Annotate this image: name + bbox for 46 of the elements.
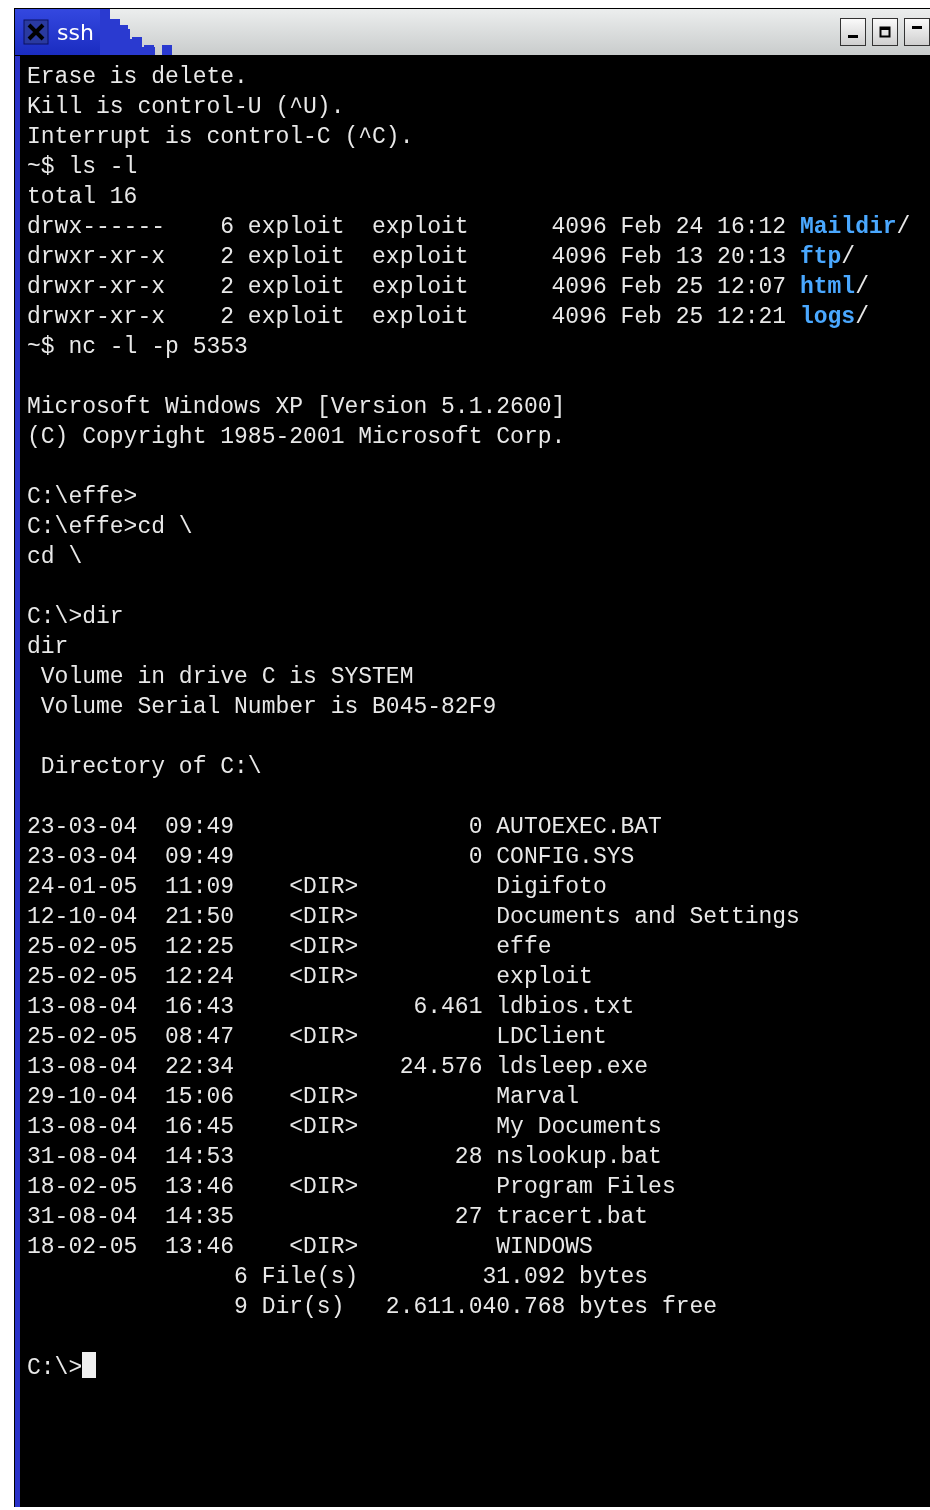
terminal-line: 29-10-04 15:06 <DIR> Marval	[27, 1083, 581, 1112]
terminal-line: Microsoft Windows XP [Version 5.1.2600]	[27, 393, 567, 422]
terminal-line: Volume in drive C is SYSTEM	[39, 663, 415, 692]
maximize-icon	[879, 26, 891, 38]
terminal-line: 25-02-05 08:47 <DIR> LDClient	[27, 1023, 608, 1052]
terminal-line: drwxr-xr-x 2 exploit exploit 4096 Feb 25 12:07 html/	[27, 273, 870, 302]
terminal-line: 25-02-05 12:25 <DIR> effe	[27, 933, 553, 962]
terminal-line: C:\effe>cd \	[27, 513, 194, 542]
terminal-line: drwxr-xr-x 2 exploit exploit 4096 Feb 25 12:21 logs/	[27, 303, 870, 332]
terminal-line: C:\>dir	[27, 603, 125, 632]
terminal-line: 12-10-04 21:50 <DIR> Documents and Settings	[27, 903, 801, 932]
terminal-line: Directory of C:\	[39, 753, 263, 782]
shade-icon	[912, 26, 922, 29]
text-cursor	[82, 1352, 97, 1378]
terminal-line: 18-02-05 13:46 <DIR> Program Files	[27, 1173, 677, 1202]
terminal-line: 6 File(s) 31.092 bytes	[233, 1263, 650, 1292]
terminal-line: 23-03-04 09:49 0 CONFIG.SYS	[27, 843, 636, 872]
terminal-line: 13-08-04 22:34 24.576 ldsleep.exe	[27, 1053, 650, 1082]
terminal-line: 25-02-05 12:24 <DIR> exploit	[27, 963, 594, 992]
minimize-button[interactable]	[840, 18, 866, 46]
terminal-line: total 16	[27, 183, 139, 212]
terminal-line: 24-01-05 11:09 <DIR> Digifoto	[27, 873, 608, 902]
terminal-line: Kill is control-U (^U).	[27, 93, 346, 122]
terminal-line: 9 Dir(s) 2.611.040.768 bytes free	[233, 1293, 719, 1322]
terminal-line: ~$ nc -l -p 5353	[27, 333, 249, 362]
shade-button[interactable]	[904, 18, 930, 46]
terminal-line: drwx------ 6 exploit exploit 4096 Feb 24 16:12 Maildir/	[27, 213, 912, 242]
terminal-line: drwxr-xr-x 2 exploit exploit 4096 Feb 13 20:13 ftp/	[27, 243, 857, 272]
terminal-line: (C) Copyright 1985-2001 Microsoft Corp.	[27, 423, 567, 452]
terminal-line: cd \	[27, 543, 84, 572]
terminal-line: 13-08-04 16:45 <DIR> My Documents	[27, 1113, 663, 1142]
terminal-line: Interrupt is control-C (^C).	[27, 123, 415, 152]
terminal-line: 31-08-04 14:35 27 tracert.bat	[27, 1203, 650, 1232]
prompt-text: C:\>	[27, 1355, 83, 1381]
terminal-line: 31-08-04 14:53 28 nslookup.bat	[27, 1143, 663, 1172]
terminal-line: 18-02-05 13:46 <DIR> WINDOWS	[27, 1233, 594, 1262]
window-title: ssh	[57, 19, 94, 45]
terminal-line: Erase is delete.	[27, 63, 249, 92]
terminal-line: ~$ ls -l	[27, 153, 139, 182]
terminal-line: C:\effe>	[27, 483, 139, 512]
terminal-line: Volume Serial Number is B045-82F9	[39, 693, 498, 722]
minimize-icon	[848, 35, 858, 38]
terminal-line: dir	[27, 633, 70, 662]
terminal-line: 23-03-04 09:49 0 AUTOEXEC.BAT	[27, 813, 663, 842]
maximize-button[interactable]	[872, 18, 898, 46]
terminal-line: 13-08-04 16:43 6.461 ldbios.txt	[27, 993, 636, 1022]
